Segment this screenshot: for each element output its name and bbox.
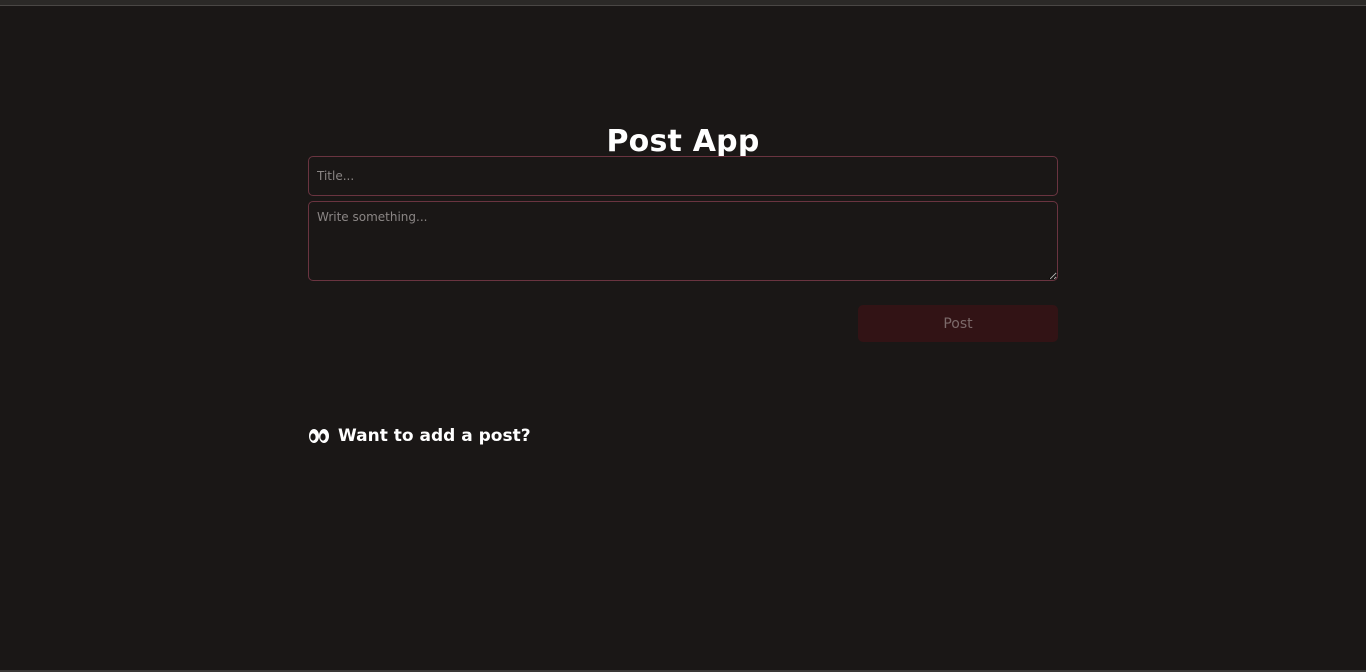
body-textarea[interactable] (308, 201, 1058, 281)
empty-state-prompt: Want to add a post? (308, 424, 531, 448)
empty-state-message: Want to add a post? (338, 426, 531, 446)
eyes-icon (308, 426, 332, 446)
window-top-border (0, 0, 1366, 6)
title-input[interactable] (308, 156, 1058, 196)
post-button[interactable]: Post (858, 305, 1058, 342)
